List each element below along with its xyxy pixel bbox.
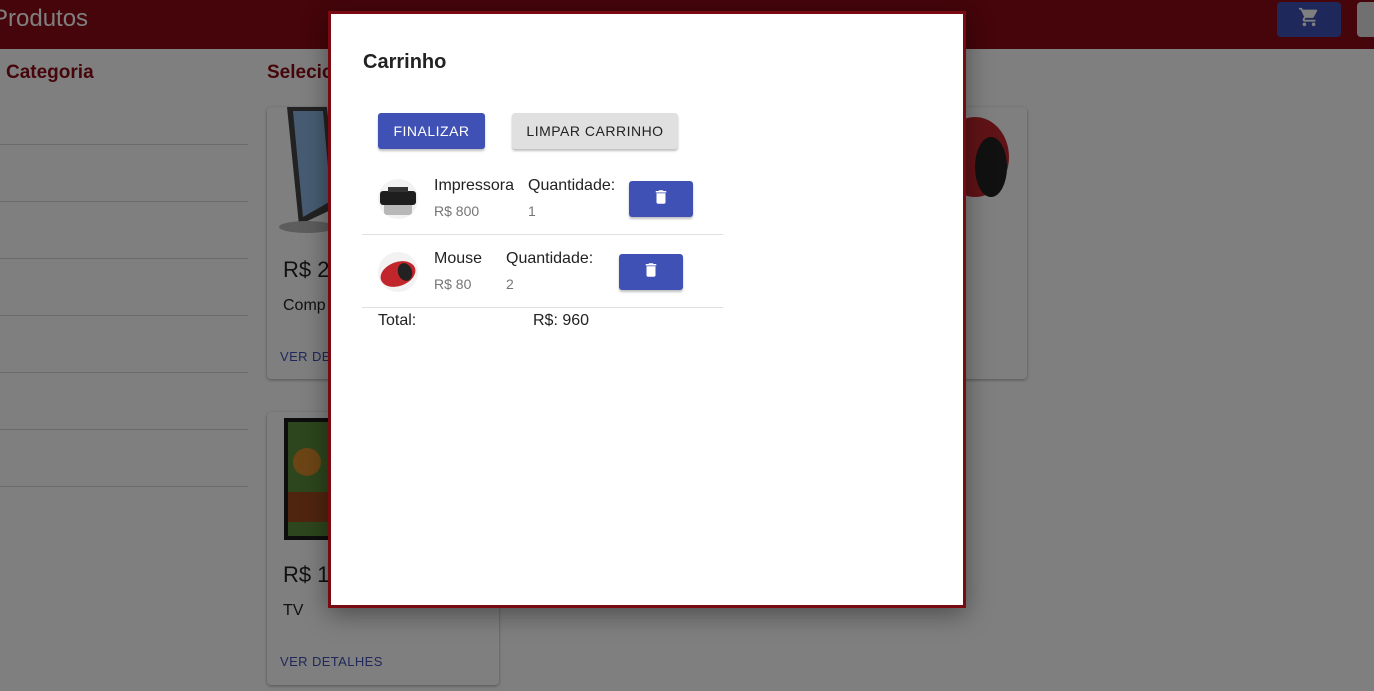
delete-item-button[interactable] [619, 254, 683, 290]
item-name: Impressora [434, 177, 515, 194]
cart-item: Impressora R$ 800 Quantidade: 1 [362, 162, 723, 235]
quantity-value: 2 [506, 276, 514, 292]
clear-cart-button[interactable]: LIMPAR CARRINHO [512, 113, 678, 149]
trash-icon [652, 187, 670, 212]
quantity-label: Quantidade: [506, 250, 594, 267]
trash-icon [642, 260, 660, 285]
total-label: Total: [378, 312, 417, 329]
item-price: R$ 800 [434, 203, 480, 219]
total-value: R$: 960 [533, 312, 590, 329]
finalize-button[interactable]: FINALIZAR [378, 113, 485, 149]
quantity-label: Quantidade: [528, 177, 616, 194]
cart-item: Mouse R$ 80 Quantidade: 2 [362, 235, 723, 308]
cart-dialog: Carrinho FINALIZAR LIMPAR CARRINHO Impre… [328, 11, 966, 608]
quantity-value: 1 [528, 203, 536, 219]
item-name: Mouse [434, 250, 483, 267]
item-price: R$ 80 [434, 276, 472, 292]
product-avatar [378, 179, 418, 219]
delete-item-button[interactable] [629, 181, 693, 217]
dialog-title: Carrinho [363, 51, 447, 73]
cart-list: Impressora R$ 800 Quantidade: 1 Mouse R$… [362, 162, 723, 308]
product-avatar [378, 252, 418, 292]
